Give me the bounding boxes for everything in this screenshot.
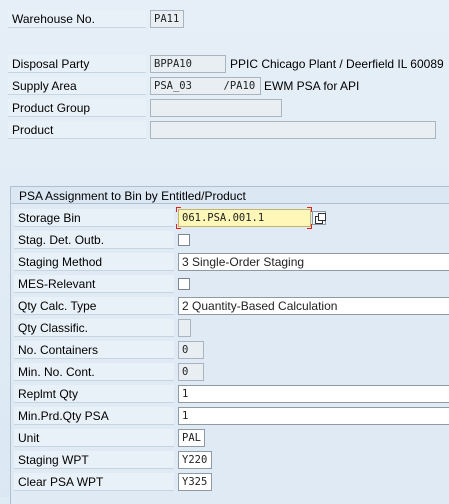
staging-wpt-field[interactable]: Y220 xyxy=(178,451,212,469)
disposal-party-label: Disposal Party xyxy=(8,55,146,73)
staging-method-dropdown[interactable]: 3 Single-Order Staging xyxy=(178,253,449,271)
replmt-qty-field[interactable]: 1 xyxy=(178,385,449,403)
supply-area-label: Supply Area xyxy=(8,77,146,95)
unit-field[interactable]: PAL xyxy=(178,429,205,447)
storage-bin-field[interactable]: 061.PSA.001.1 xyxy=(178,209,311,227)
supply-area-description: EWM PSA for API xyxy=(264,79,360,93)
min-no-cont-field[interactable]: 0 xyxy=(178,363,204,381)
staging-wpt-label: Staging WPT xyxy=(14,451,174,469)
mes-relevant-checkbox[interactable] xyxy=(178,278,190,290)
warehouse-no-field[interactable]: PA11 xyxy=(150,10,184,28)
supply-area-field[interactable]: PSA_03 /PA10 xyxy=(150,77,261,95)
staging-method-label: Staging Method xyxy=(14,253,174,271)
product-field[interactable] xyxy=(150,121,436,139)
qty-classific-field[interactable] xyxy=(178,319,191,337)
clear-psa-wpt-label: Clear PSA WPT xyxy=(14,473,174,491)
disposal-party-description: PPIC Chicago Plant / Deerfield IL 60089 xyxy=(230,57,444,71)
clear-psa-wpt-field[interactable]: Y325 xyxy=(178,473,212,491)
min-prd-qty-psa-label: Min.Prd.Qty PSA xyxy=(14,407,174,425)
product-label: Product xyxy=(8,121,146,139)
value-help-icon[interactable] xyxy=(312,211,326,225)
warehouse-no-label: Warehouse No. xyxy=(8,10,146,28)
storage-bin-label: Storage Bin xyxy=(14,209,174,227)
no-containers-field[interactable]: 0 xyxy=(178,341,204,359)
replmt-qty-label: Replmt Qty xyxy=(14,385,174,403)
min-prd-qty-psa-field[interactable]: 1 xyxy=(178,407,449,425)
min-no-cont-label: Min. No. Cont. xyxy=(14,363,174,381)
stag-det-outb-checkbox[interactable] xyxy=(178,234,190,246)
focus-bracket-bottom-left xyxy=(176,224,181,229)
product-group-field[interactable] xyxy=(150,99,282,117)
mes-relevant-label: MES-Relevant xyxy=(14,275,174,293)
qty-calc-type-dropdown[interactable]: 2 Quantity-Based Calculation xyxy=(178,297,449,315)
disposal-party-field[interactable]: BPPA10 xyxy=(150,55,226,73)
stag-det-outb-label: Stag. Det. Outb. xyxy=(14,231,174,249)
qty-calc-type-label: Qty Calc. Type xyxy=(14,297,174,315)
section-title: PSA Assignment to Bin by Entitled/Produc… xyxy=(10,186,449,204)
unit-label: Unit xyxy=(14,429,174,447)
no-containers-label: No. Containers xyxy=(14,341,174,359)
focus-bracket-top-left xyxy=(176,207,181,212)
product-group-label: Product Group xyxy=(8,99,146,117)
qty-classific-label: Qty Classific. xyxy=(14,319,174,337)
